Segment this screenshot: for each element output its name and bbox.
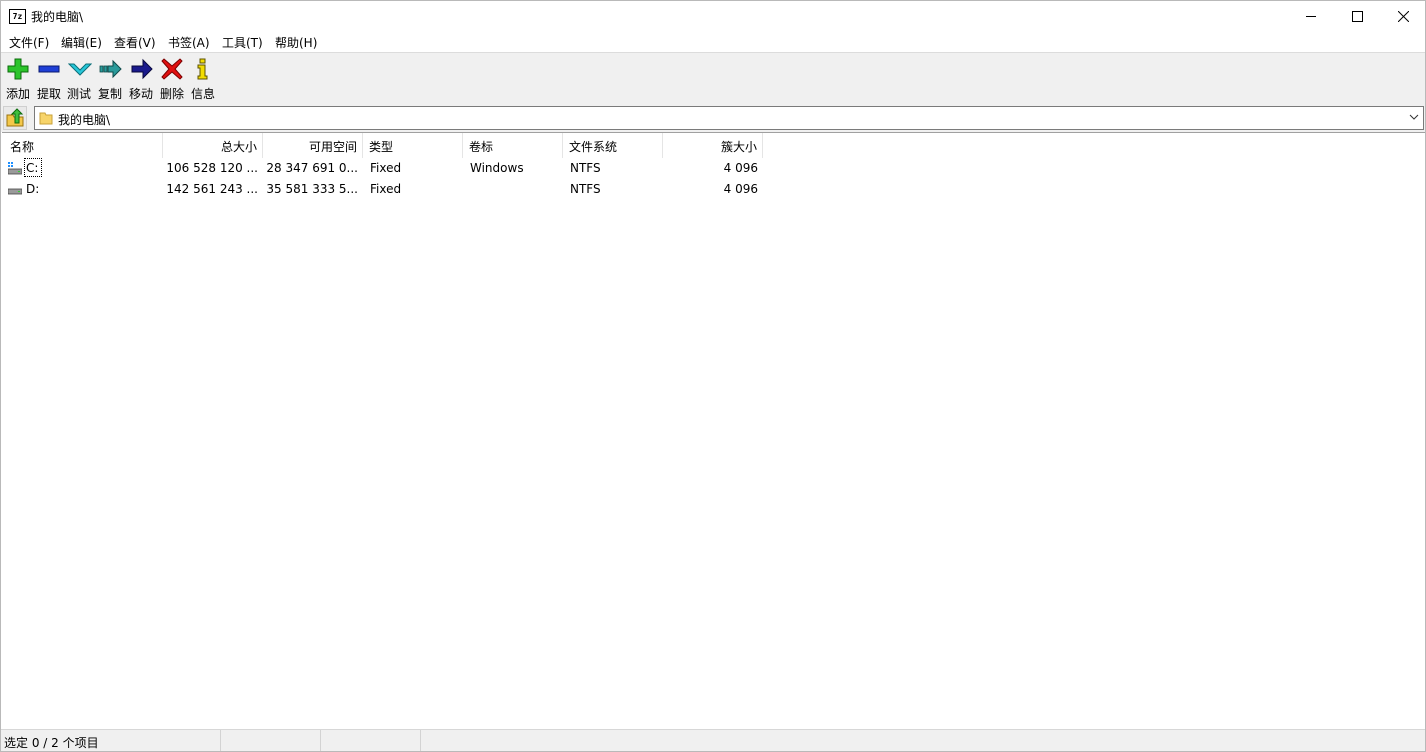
folder-icon <box>39 112 53 125</box>
drive-free-space: 35 581 333 5... <box>266 182 358 196</box>
minimize-icon <box>1305 15 1316 17</box>
column-label: 文件系统 <box>569 140 618 154</box>
chevron-down-icon <box>1409 114 1419 120</box>
column-header-volume-label[interactable]: 卷标 <box>463 133 563 158</box>
address-combobox[interactable]: 我的电脑\ <box>34 106 1424 130</box>
status-bar: 选定 0 / 2 个项目 <box>1 729 1425 751</box>
drive-type: Fixed <box>370 161 402 175</box>
test-label: 测试 <box>66 87 91 101</box>
move-label: 移动 <box>128 87 153 101</box>
add-icon <box>7 58 29 80</box>
maximize-icon <box>1351 10 1363 22</box>
menu-file[interactable]: 文件(F) <box>9 34 49 51</box>
table-row[interactable]: D: 142 561 243 ... 35 581 333 5... Fixed… <box>2 179 763 200</box>
column-header-free-space[interactable]: 可用空间 <box>263 133 363 158</box>
drive-total-size: 106 528 120 ... <box>166 161 258 175</box>
column-header-type[interactable]: 类型 <box>363 133 463 158</box>
info-button[interactable]: 信息 <box>188 55 218 101</box>
drive-cluster-size: 4 096 <box>723 161 758 175</box>
delete-icon <box>161 58 183 80</box>
file-list[interactable]: 名称 总大小 可用空间 类型 卷标 文件系统 簇大小 C: 106 528 12… <box>2 132 1425 729</box>
status-segment <box>221 730 321 751</box>
test-icon <box>68 63 92 76</box>
column-label: 簇大小 <box>720 140 757 154</box>
menu-bar: 文件(F) 编辑(E) 查看(V) 书签(A) 工具(T) 帮助(H) <box>1 32 1425 52</box>
drive-icon <box>8 188 22 195</box>
info-label: 信息 <box>190 87 215 101</box>
close-button[interactable] <box>1380 1 1425 31</box>
window-title: 我的电脑\ <box>31 10 84 24</box>
folder-up-icon <box>6 108 24 127</box>
info-icon <box>197 58 208 80</box>
menu-help[interactable]: 帮助(H) <box>275 34 317 51</box>
system-drive-icon <box>8 162 22 175</box>
drive-name: D: <box>26 182 40 196</box>
status-selection-text: 选定 0 / 2 个项目 <box>4 736 99 750</box>
toolbar: 添加 提取 测试 复制 移动 删除 信息 <box>1 52 1425 104</box>
drive-name: C: <box>24 158 42 177</box>
drive-volume-label: Windows <box>470 161 524 175</box>
move-icon <box>131 58 153 80</box>
address-bar: 我的电脑\ <box>1 104 1425 132</box>
drive-cluster-size: 4 096 <box>723 182 758 196</box>
drive-total-size: 142 561 243 ... <box>166 182 258 196</box>
title-bar: 7z 我的电脑\ <box>1 1 1425 32</box>
drive-file-system: NTFS <box>570 182 601 196</box>
test-button[interactable]: 测试 <box>64 55 94 101</box>
table-row[interactable]: C: 106 528 120 ... 28 347 691 0... Fixed… <box>2 158 763 179</box>
delete-button[interactable]: 删除 <box>157 55 187 101</box>
menu-edit[interactable]: 编辑(E) <box>61 34 102 51</box>
column-label: 类型 <box>369 140 394 154</box>
column-label: 总大小 <box>220 140 257 154</box>
extract-icon <box>38 65 60 73</box>
app-logo-icon: 7z <box>9 9 26 24</box>
column-label: 卷标 <box>469 140 494 154</box>
app-window: 7z 我的电脑\ 文件(F) 编辑(E) 查看(V) 书签(A) 工具(T) 帮… <box>0 0 1426 752</box>
menu-bookmarks[interactable]: 书签(A) <box>168 34 210 51</box>
add-label: 添加 <box>5 87 30 101</box>
extract-label: 提取 <box>36 87 61 101</box>
drive-type: Fixed <box>370 182 402 196</box>
minimize-button[interactable] <box>1288 1 1334 31</box>
address-path: 我的电脑\ <box>58 113 111 127</box>
add-button[interactable]: 添加 <box>3 55 33 101</box>
column-header-file-system[interactable]: 文件系统 <box>563 133 663 158</box>
extract-button[interactable]: 提取 <box>34 55 64 101</box>
copy-label: 复制 <box>97 87 122 101</box>
move-button[interactable]: 移动 <box>126 55 156 101</box>
drive-file-system: NTFS <box>570 161 601 175</box>
status-selection-segment: 选定 0 / 2 个项目 <box>1 730 221 751</box>
column-label: 可用空间 <box>308 140 357 154</box>
menu-view[interactable]: 查看(V) <box>114 34 156 51</box>
column-label: 名称 <box>10 140 35 154</box>
menu-tools[interactable]: 工具(T) <box>222 34 263 51</box>
column-header-total-size[interactable]: 总大小 <box>163 133 263 158</box>
copy-icon <box>99 59 122 79</box>
drive-free-space: 28 347 691 0... <box>266 161 358 175</box>
copy-button[interactable]: 复制 <box>95 55 125 101</box>
maximize-button[interactable] <box>1334 1 1380 31</box>
column-header-name[interactable]: 名称 <box>2 133 163 158</box>
close-icon <box>1397 10 1409 22</box>
column-header-cluster-size[interactable]: 簇大小 <box>663 133 763 158</box>
status-segment <box>321 730 421 751</box>
delete-label: 删除 <box>159 87 184 101</box>
folder-up-button[interactable] <box>3 106 27 130</box>
drive-volume-label <box>470 179 560 200</box>
